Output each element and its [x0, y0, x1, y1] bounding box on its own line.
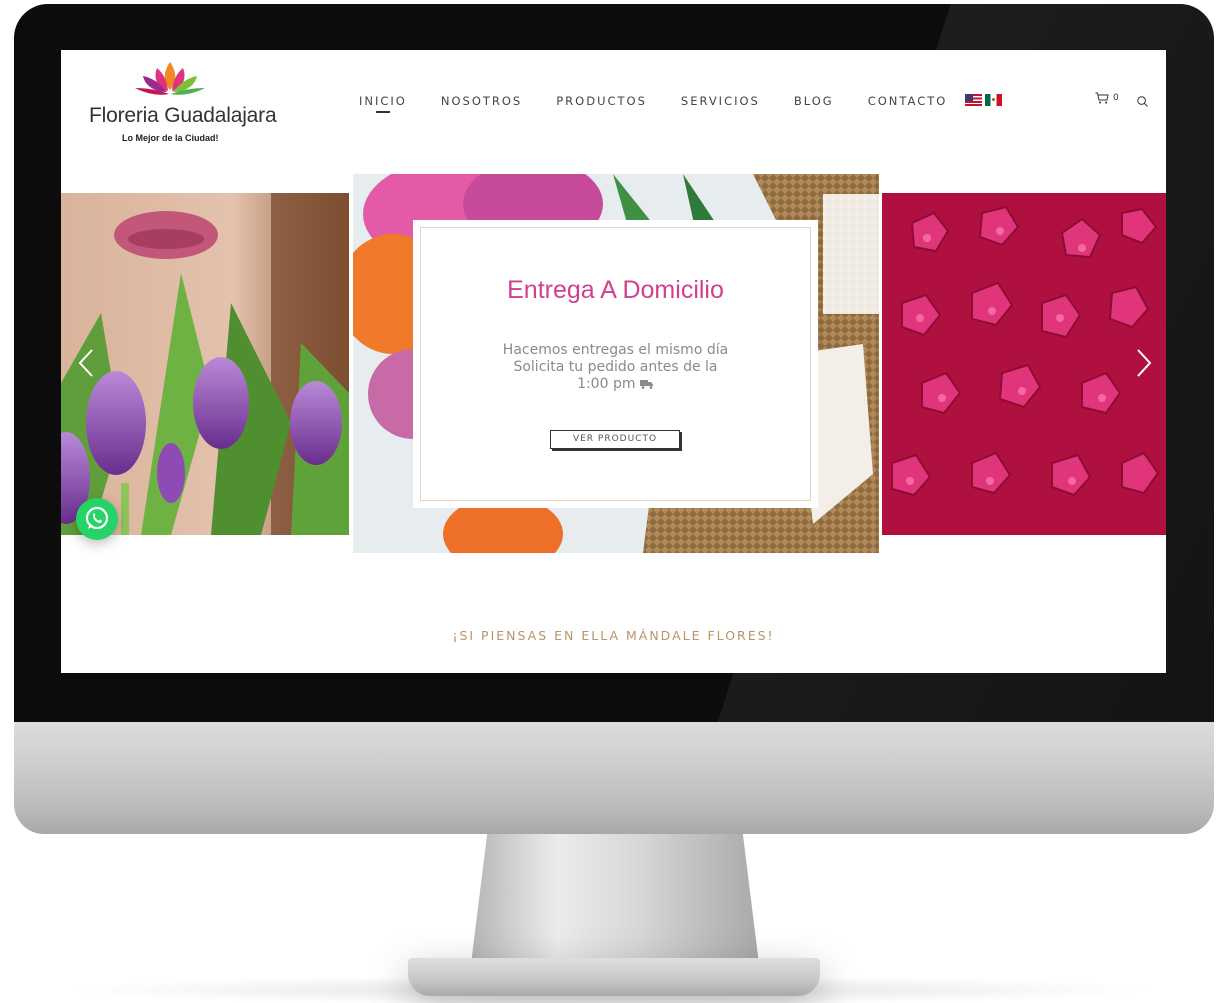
ver-producto-button[interactable]: VER PRODUCTO [550, 430, 680, 449]
language-switcher [965, 94, 1002, 106]
promo-line: Solicita tu pedido antes de la [513, 359, 718, 375]
slide-tulips-kiss [61, 193, 349, 535]
nav-item-nosotros[interactable]: NOSOTROS [441, 94, 522, 108]
nav-item-inicio[interactable]: INICIO [359, 94, 407, 113]
promo-line: Hacemos entregas el mismo día [502, 342, 729, 358]
promo-title: Entrega A Domicilio [507, 276, 724, 304]
mx-flag-icon[interactable] [985, 94, 1002, 106]
monitor-stand-neck [470, 832, 760, 972]
website-screen: Floreria Guadalajara Lo Mejor de la Ciud… [61, 50, 1166, 673]
promo-line-time: 1:00 pm [577, 376, 636, 392]
nav-item-productos[interactable]: PRODUCTOS [556, 94, 647, 108]
cart-count: 0 [1113, 93, 1119, 103]
monitor-chin [14, 722, 1214, 834]
nav-item-contacto[interactable]: CONTACTO [868, 94, 948, 108]
lotus-logo-icon [135, 62, 205, 95]
us-flag-icon[interactable] [965, 94, 982, 106]
promo-line: 1:00 pm [413, 376, 818, 393]
monitor-stand-base [408, 958, 820, 996]
nav-item-servicios[interactable]: SERVICIOS [681, 94, 760, 108]
slider-next-button[interactable] [1135, 348, 1153, 383]
whatsapp-button[interactable] [76, 498, 118, 540]
search-icon [1137, 96, 1148, 107]
nav-item-blog[interactable]: BLOG [794, 94, 834, 108]
chevron-left-icon [78, 349, 93, 377]
stage: Floreria Guadalajara Lo Mejor de la Ciud… [0, 0, 1222, 1003]
pink-hydrangea-photo [882, 193, 1166, 535]
cart-icon [1095, 92, 1109, 104]
whatsapp-icon [85, 506, 109, 530]
promo-card: Entrega A Domicilio Hacemos entregas el … [413, 220, 818, 508]
footer-tagline: ¡SI PIENSAS EN ELLA MÁNDALE FLORES! [452, 628, 775, 643]
logo-tagline: Lo Mejor de la Ciudad! [122, 133, 219, 143]
promo-text: Hacemos entregas el mismo día Solicita t… [413, 342, 818, 393]
site-logo[interactable]: Floreria Guadalajara Lo Mejor de la Ciud… [89, 60, 277, 150]
chevron-right-icon [1137, 349, 1152, 377]
slider-prev-button[interactable] [77, 348, 95, 383]
search-button[interactable] [1137, 94, 1148, 112]
main-nav: INICIO NOSOTROS PRODUCTOS SERVICIOS BLOG… [359, 94, 981, 113]
tulips-kiss-photo [61, 193, 349, 535]
logo-name: Floreria Guadalajara [89, 104, 277, 127]
cart-button[interactable]: 0 [1095, 92, 1119, 104]
slide-pink-hydrangea [882, 193, 1166, 535]
truck-icon [639, 380, 653, 389]
